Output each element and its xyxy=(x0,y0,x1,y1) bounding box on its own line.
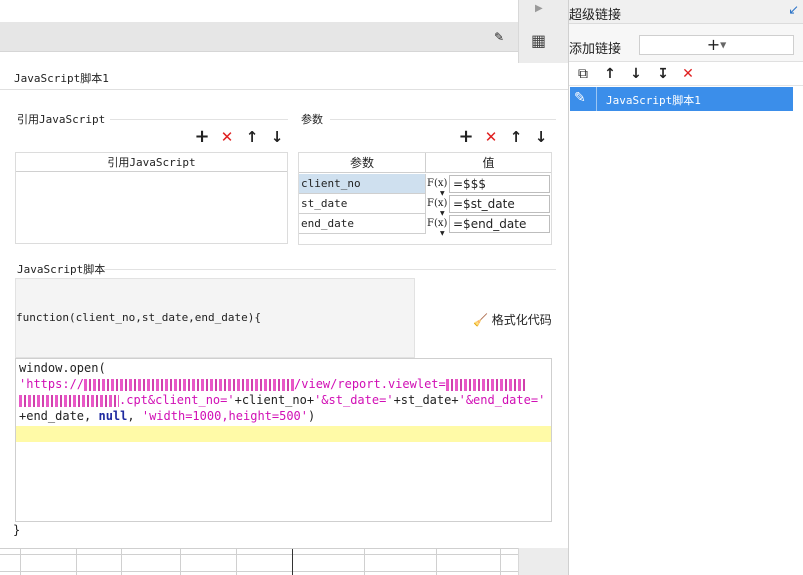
params-section-title: 参数 xyxy=(301,113,323,126)
divider xyxy=(596,87,597,111)
code-string: .cpt&client_no=' xyxy=(119,393,235,407)
add-param-button[interactable]: + xyxy=(458,128,474,146)
closing-brace: } xyxy=(13,523,21,537)
param-name: st_date xyxy=(299,194,426,214)
ref-js-section-title: 引用JavaScript xyxy=(17,113,106,126)
code-line: window.open( xyxy=(19,361,106,375)
main-area: JavaScript脚本1 引用JavaScript + ✕ ↑ ↓ 引用Jav… xyxy=(0,63,568,548)
format-painter-icon[interactable]: ✎ xyxy=(494,30,504,44)
ref-js-column-header: 引用JavaScript xyxy=(16,153,287,172)
value-column-header: 值 xyxy=(426,153,551,173)
function-signature: function(client_no,st_date,end_date){ xyxy=(16,311,262,324)
link-toolbar: ⧉ ↑ ↓ ↧ ✕ xyxy=(569,62,803,86)
format-code-button[interactable]: 🧹 格式化代码 xyxy=(473,311,552,328)
code-editor[interactable]: window.open( 'https:// /view/report.viewl… xyxy=(15,358,552,522)
param-value-input[interactable]: =$st_date xyxy=(449,195,550,213)
hyperlink-panel: 超级链接 ↙ 添加链接 +▼ ⧉ ↑ ↓ ↧ ✕ ✎ JavaScript脚本1 xyxy=(568,0,803,575)
collapse-arrow-icon[interactable]: ▶ xyxy=(535,3,543,14)
layout-icon[interactable]: ▦ xyxy=(531,31,546,50)
table-row[interactable]: st_date F(x) ▼ =$st_date xyxy=(299,194,551,217)
divider xyxy=(330,119,556,120)
table-row[interactable]: client_no F(x) ▼ =$$$ xyxy=(299,174,551,197)
script-tab-title: JavaScript脚本1 xyxy=(14,72,109,85)
table-row[interactable]: end_date F(x) ▼ =$end_date xyxy=(299,214,551,237)
panel-title: 超级链接 xyxy=(569,8,622,23)
code-text: +end_date, xyxy=(19,409,99,423)
panel-title-bar: 超级链接 ↙ xyxy=(569,0,803,24)
spreadsheet-grid[interactable] xyxy=(0,548,518,575)
arrow-up-icon[interactable]: ↑ xyxy=(601,65,619,83)
param-column-header: 参数 xyxy=(299,153,426,173)
arrow-down-icon[interactable]: ↓ xyxy=(627,65,645,83)
divider xyxy=(110,119,288,120)
grid-line xyxy=(364,549,365,575)
code-text: +st_date+ xyxy=(393,393,459,407)
top-strip xyxy=(0,0,518,22)
move-down-ref-button[interactable]: ↓ xyxy=(269,129,285,145)
code-line: .cpt&client_no='+client_no+'&st_date='+s… xyxy=(19,393,545,407)
formula-button[interactable]: F(x) ▼ xyxy=(427,214,447,237)
chevron-down-icon: ▼ xyxy=(720,40,727,50)
param-name: end_date xyxy=(299,214,426,234)
add-link-label: 添加链接 xyxy=(569,42,622,57)
add-link-row: 添加链接 +▼ xyxy=(569,24,803,62)
formula-button[interactable]: F(x) ▼ xyxy=(427,174,447,197)
chevron-down-icon: ▼ xyxy=(440,230,445,237)
grid-line xyxy=(236,549,237,575)
code-keyword: null xyxy=(98,409,128,423)
grid-line xyxy=(0,571,518,572)
script-section-title: JavaScript脚本 xyxy=(17,263,106,276)
delete-icon[interactable]: ✕ xyxy=(679,65,697,83)
grid-line xyxy=(0,554,518,555)
copy-icon[interactable]: ⧉ xyxy=(574,65,592,83)
code-string: 'width=1000,height=500' xyxy=(141,409,309,423)
script-tab[interactable]: JavaScript脚本1 xyxy=(0,63,568,90)
param-value-input[interactable]: =$$$ xyxy=(449,175,550,193)
code-text: ) xyxy=(308,409,316,423)
ref-js-table: 引用JavaScript xyxy=(15,152,288,244)
code-text: , xyxy=(127,409,142,423)
grid-line xyxy=(20,549,21,575)
grid-line xyxy=(500,549,501,575)
move-up-param-button[interactable]: ↑ xyxy=(508,129,524,145)
pin-icon[interactable]: ↙ xyxy=(788,3,799,18)
grid-line xyxy=(121,549,122,575)
grid-line xyxy=(180,549,181,575)
code-line: 'https:// /view/report.viewlet= xyxy=(19,377,526,391)
add-link-dropdown[interactable]: +▼ xyxy=(639,35,794,55)
delete-ref-button[interactable]: ✕ xyxy=(219,129,235,145)
move-down-param-button[interactable]: ↓ xyxy=(533,129,549,145)
param-name: client_no xyxy=(299,174,426,194)
edit-icon: ✎ xyxy=(574,90,586,106)
grid-line xyxy=(76,549,77,575)
param-value-input[interactable]: =$end_date xyxy=(449,215,550,233)
redacted-block xyxy=(19,394,119,407)
code-text: +client_no+ xyxy=(234,393,315,407)
code-string: '&end_date=' xyxy=(458,393,546,407)
grid-line xyxy=(292,549,293,575)
code-string: /view/report.viewlet= xyxy=(294,377,446,391)
delete-param-button[interactable]: ✕ xyxy=(483,129,499,145)
move-bottom-icon[interactable]: ↧ xyxy=(654,65,672,83)
plus-icon: + xyxy=(706,35,721,54)
move-up-ref-button[interactable]: ↑ xyxy=(244,129,260,145)
formula-button[interactable]: F(x) ▼ xyxy=(427,194,447,217)
current-line-highlight xyxy=(16,426,551,442)
format-code-label: 格式化代码 xyxy=(491,313,552,327)
redacted-block xyxy=(445,378,526,391)
broom-icon: 🧹 xyxy=(473,313,488,327)
add-ref-button[interactable]: + xyxy=(194,128,210,146)
code-string: '&st_date=' xyxy=(314,393,394,407)
grid-line xyxy=(436,549,437,575)
redacted-block xyxy=(84,378,295,391)
link-list-item[interactable]: ✎ JavaScript脚本1 xyxy=(570,87,793,111)
toolbar: ✎ xyxy=(0,22,518,52)
link-list-item-label: JavaScript脚本1 xyxy=(606,94,701,107)
divider xyxy=(104,269,556,270)
code-text: window.open( xyxy=(19,361,106,375)
params-table: 参数 值 client_no F(x) ▼ =$$$ st_date F(x) ▼ … xyxy=(298,152,552,245)
code-string: 'https:// xyxy=(19,377,85,391)
code-line: +end_date, null, 'width=1000,height=500'… xyxy=(19,409,315,423)
